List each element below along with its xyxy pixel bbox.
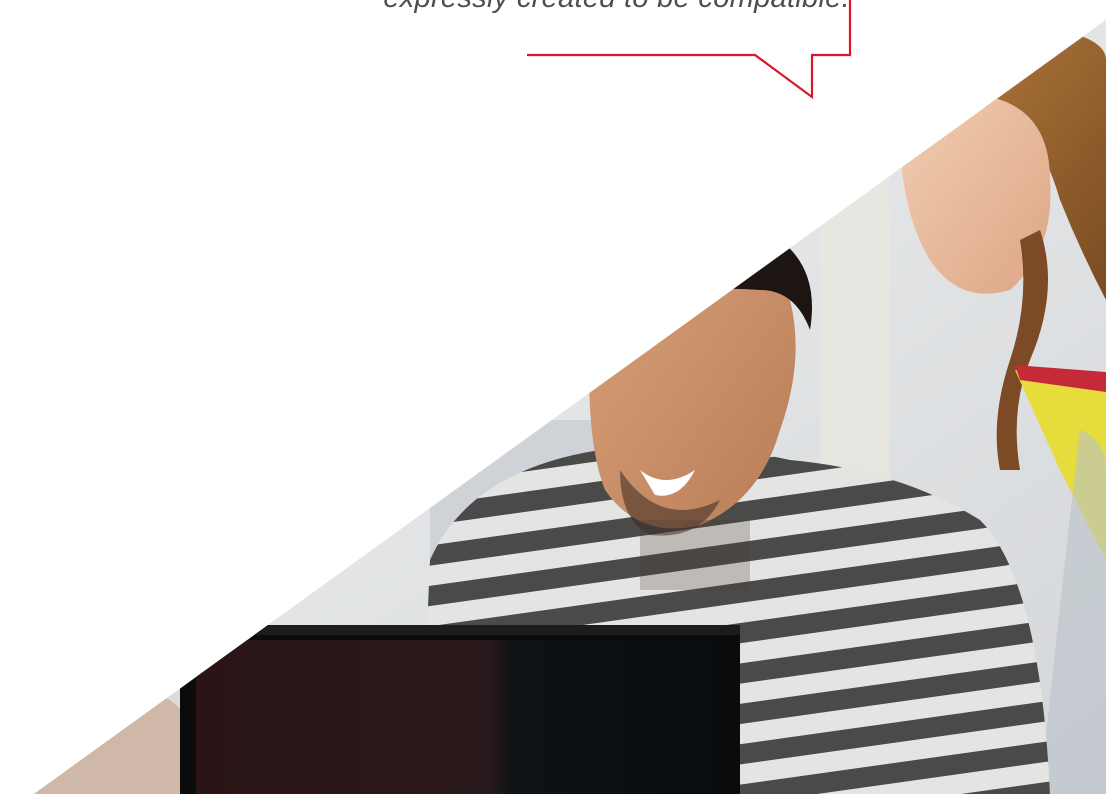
speech-bubble-outline — [527, 0, 852, 100]
quote-callout: expressly created to be compatible. — [0, 0, 1106, 120]
laptop — [180, 625, 740, 794]
page: expressly created to be compatible. — [0, 0, 1106, 794]
